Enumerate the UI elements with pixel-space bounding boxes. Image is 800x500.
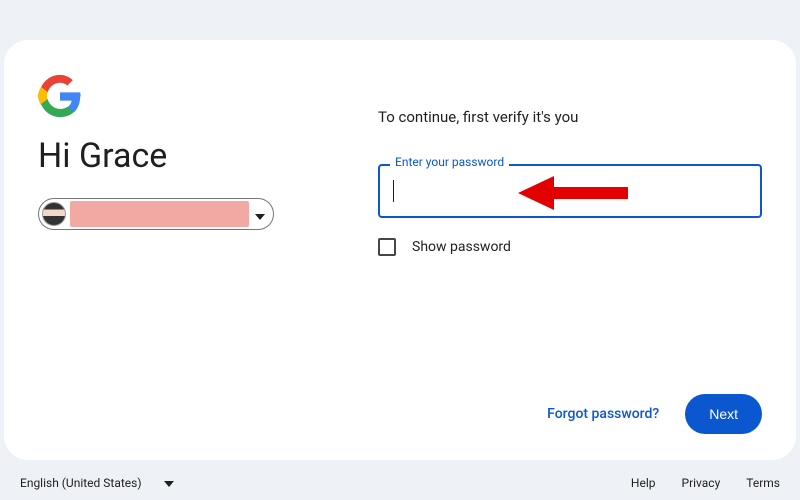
right-column: To continue, first verify it's you Enter… (378, 74, 762, 386)
show-password-label: Show password (412, 239, 511, 255)
redacted-email (70, 201, 249, 227)
avatar (42, 202, 66, 226)
password-field-wrap: Enter your password (378, 164, 762, 218)
show-password-checkbox[interactable] (378, 238, 396, 256)
footer: English (United States) Help Privacy Ter… (0, 460, 800, 500)
google-logo-icon (38, 74, 338, 118)
instruction-text: To continue, first verify it's you (378, 108, 762, 126)
left-column: Hi Grace (38, 74, 338, 386)
language-label: English (United States) (20, 476, 142, 490)
account-switcher[interactable] (38, 198, 274, 230)
show-password-row: Show password (378, 238, 762, 256)
greeting-heading: Hi Grace (38, 136, 338, 176)
footer-link-help[interactable]: Help (631, 476, 656, 490)
chevron-down-icon (255, 205, 265, 224)
footer-links: Help Privacy Terms (631, 476, 780, 490)
forgot-password-link[interactable]: Forgot password? (547, 406, 659, 422)
footer-link-privacy[interactable]: Privacy (682, 476, 721, 490)
action-row: Forgot password? Next (38, 394, 762, 434)
chevron-down-icon (164, 476, 174, 490)
text-cursor (393, 180, 394, 202)
language-selector[interactable]: English (United States) (20, 476, 174, 490)
password-label: Enter your password (390, 155, 509, 169)
next-button[interactable]: Next (685, 394, 762, 434)
signin-card: Hi Grace To continue, first verify it's … (4, 40, 796, 460)
password-input[interactable] (378, 164, 762, 218)
footer-link-terms[interactable]: Terms (746, 476, 780, 490)
columns: Hi Grace To continue, first verify it's … (38, 74, 762, 386)
